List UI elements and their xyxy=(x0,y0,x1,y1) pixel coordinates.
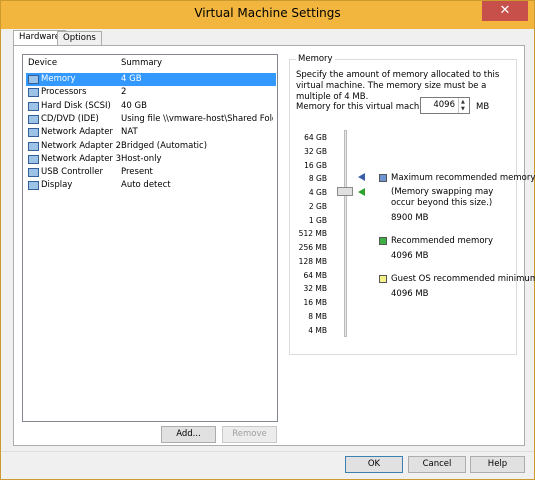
recommended-label: Recommended memory xyxy=(391,236,494,246)
memory-scale-tick: 16 GB xyxy=(304,160,327,170)
memory-scale-tick: 64 GB xyxy=(304,133,327,142)
device-summary: 2 xyxy=(121,87,127,98)
device-name: Memory xyxy=(41,74,76,84)
window-title: Virtual Machine Settings xyxy=(194,6,341,20)
network-adapter-icon xyxy=(28,141,39,151)
device-summary: 4 GB xyxy=(121,74,142,84)
device-name: Display xyxy=(41,180,73,191)
device-list-header: Device Summary xyxy=(23,55,277,72)
memory-scale-tick: 8 MB xyxy=(308,311,327,321)
column-header-summary[interactable]: Summary xyxy=(121,58,162,68)
max-recommended-swatch xyxy=(379,174,387,182)
memory-scale-tick: 8 GB xyxy=(308,174,327,184)
device-row[interactable]: USB Controller Present xyxy=(26,166,276,179)
memory-scale-tick: 4 GB xyxy=(308,188,327,197)
memory-scale-tick: 4 MB xyxy=(308,325,327,335)
recommended-marker-icon xyxy=(358,188,365,196)
memory-scale-tick: 64 MB xyxy=(303,270,327,280)
memory-scale-tick: 16 MB xyxy=(303,298,327,307)
device-row[interactable]: Processors 2 xyxy=(26,86,276,99)
device-summary: Auto detect xyxy=(121,180,171,191)
device-summary: Bridged (Automatic) xyxy=(121,140,208,151)
memory-scale-tick: 2 GB xyxy=(308,201,327,211)
help-button[interactable]: Help xyxy=(470,456,525,473)
device-name: Network Adapter 2 xyxy=(41,140,122,151)
settings-window: Virtual Machine Settings ✕ Hardware Opti… xyxy=(0,0,535,480)
max-recommended-label: Maximum recommended memory xyxy=(391,173,535,183)
device-name: CD/DVD (IDE) xyxy=(41,113,99,124)
device-row[interactable]: CD/DVD (IDE) Using file \\vmware-host\Sha… xyxy=(26,113,276,126)
memory-scale-tick: 256 MB xyxy=(298,243,327,252)
usb-controller-icon xyxy=(28,168,39,178)
close-button[interactable]: ✕ xyxy=(482,1,528,21)
device-summary: NAT xyxy=(121,127,138,138)
memory-slider-track[interactable] xyxy=(344,130,347,337)
memory-scale-tick: 1 GB xyxy=(308,215,327,225)
column-header-device[interactable]: Device xyxy=(28,58,57,68)
memory-group: Memory Specify the amount of memory allo… xyxy=(289,54,535,355)
memory-description: Specify the amount of memory allocated t… xyxy=(296,70,500,102)
guest-os-value: 4096 MB xyxy=(391,289,429,299)
memory-scale-tick: 512 MB xyxy=(298,229,327,239)
remove-device-button[interactable]: Remove xyxy=(222,426,277,443)
device-row[interactable]: Network Adapter 3 Host-only xyxy=(26,153,276,166)
tab-options[interactable]: Options xyxy=(57,31,102,46)
memory-unit-label: MB xyxy=(476,102,490,112)
cd-dvd-icon xyxy=(28,114,39,124)
device-row[interactable]: Memory 4 GB xyxy=(26,73,276,86)
device-row[interactable]: Hard Disk (SCSI) 40 GB xyxy=(26,100,276,113)
hard-disk-icon xyxy=(28,101,39,111)
device-summary: Host-only xyxy=(121,153,162,164)
network-adapter-icon xyxy=(28,154,39,164)
device-summary: Using file \\vmware-host\Shared Folde... xyxy=(121,113,273,124)
memory-scale-tick: 128 MB xyxy=(298,256,327,266)
memory-scale-tick: 32 MB xyxy=(303,284,327,294)
recommended-value: 4096 MB xyxy=(391,251,429,261)
recommended-swatch xyxy=(379,237,387,245)
memory-spinner[interactable]: ▲ ▼ xyxy=(458,98,469,113)
device-name: USB Controller xyxy=(41,167,103,178)
memory-group-title: Memory xyxy=(296,54,335,64)
hardware-panel: Device Summary Memory 4 GB Processors 2 Hard… xyxy=(13,45,535,446)
memory-field-label: Memory for this virtual machine: xyxy=(296,102,436,112)
device-name: Network Adapter 3 xyxy=(41,153,122,164)
guest-os-swatch xyxy=(379,275,387,283)
max-recommended-note: (Memory swapping may occur beyond this s… xyxy=(391,187,494,208)
device-name: Processors xyxy=(41,87,87,98)
close-icon: ✕ xyxy=(499,3,511,18)
network-adapter-icon xyxy=(28,128,39,138)
processor-icon xyxy=(28,88,39,98)
display-icon xyxy=(28,181,39,191)
device-name: Network Adapter xyxy=(41,127,113,138)
button-bar-divider xyxy=(1,451,534,452)
device-row[interactable]: Display Auto detect xyxy=(26,179,276,192)
max-recommended-marker-icon xyxy=(358,173,365,181)
max-recommended-value: 8900 MB xyxy=(391,213,429,223)
device-list[interactable]: Device Summary Memory 4 GB Processors 2 Hard… xyxy=(22,54,278,422)
device-row[interactable]: Network Adapter 2 Bridged (Automatic) xyxy=(26,140,276,153)
add-device-button[interactable]: Add... xyxy=(161,426,216,443)
memory-slider-thumb[interactable] xyxy=(337,187,353,196)
memory-scale-tick: 32 GB xyxy=(304,146,327,156)
spin-down-icon[interactable]: ▼ xyxy=(461,106,465,112)
memory-icon xyxy=(28,75,39,84)
cancel-button[interactable]: Cancel xyxy=(408,456,466,473)
guest-os-label: Guest OS recommended minimum xyxy=(391,274,535,284)
device-summary: 40 GB xyxy=(121,100,147,111)
device-name: Hard Disk (SCSI) xyxy=(41,100,111,111)
ok-button[interactable]: OK xyxy=(345,456,403,473)
device-row[interactable]: Network Adapter NAT xyxy=(26,126,276,139)
spin-up-icon[interactable]: ▲ xyxy=(461,99,465,105)
device-summary: Present xyxy=(121,167,153,178)
title-bar[interactable]: Virtual Machine Settings ✕ xyxy=(1,1,534,29)
